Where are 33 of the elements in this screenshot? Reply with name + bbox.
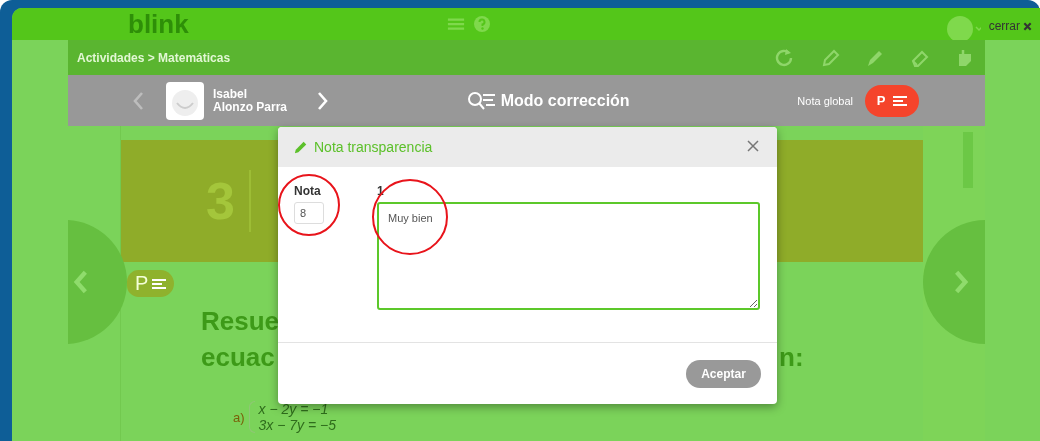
equation: 3x − 7y = −5 [258,417,336,433]
close-icon [747,140,759,152]
grade-label: Nota [294,184,322,198]
comment-field[interactable]: Muy bien [377,202,760,310]
breadcrumb: Actividades > Matemáticas [77,50,231,65]
close-button[interactable]: cerrar [988,19,1032,33]
previous-student-icon[interactable] [132,90,144,111]
exercise-label: a) [233,409,245,425]
lines-icon [893,95,908,106]
grade-field[interactable]: 8 [294,202,324,224]
student-avatar[interactable] [166,81,204,120]
dialog-title: Nota transparencia [314,139,433,155]
chevron-left-icon [73,269,89,295]
close-button[interactable] [747,140,761,154]
student-name: Isabel Alonzo Parra [213,87,287,114]
lines-icon [152,278,167,289]
search-list-icon [466,90,497,111]
close-icon [1023,21,1032,31]
help-icon[interactable] [472,16,491,32]
pencil-icon[interactable] [820,47,840,68]
menu-icon[interactable] [446,16,465,32]
global-grade-label: Nota global [797,94,853,107]
avatar-icon[interactable] [946,16,981,42]
global-grade-button[interactable]: P [865,84,919,117]
heading-text: n: [779,341,804,374]
pencil-icon [294,140,308,154]
chevron-right-icon [953,269,969,295]
mode-title: Modo corrección [500,91,630,110]
refresh-icon[interactable] [775,47,795,68]
heading-text: Resue [201,305,280,338]
next-student-icon[interactable] [317,90,329,111]
heading-text: ecuac [201,341,275,374]
equation: x − 2y = −1 [258,401,330,417]
